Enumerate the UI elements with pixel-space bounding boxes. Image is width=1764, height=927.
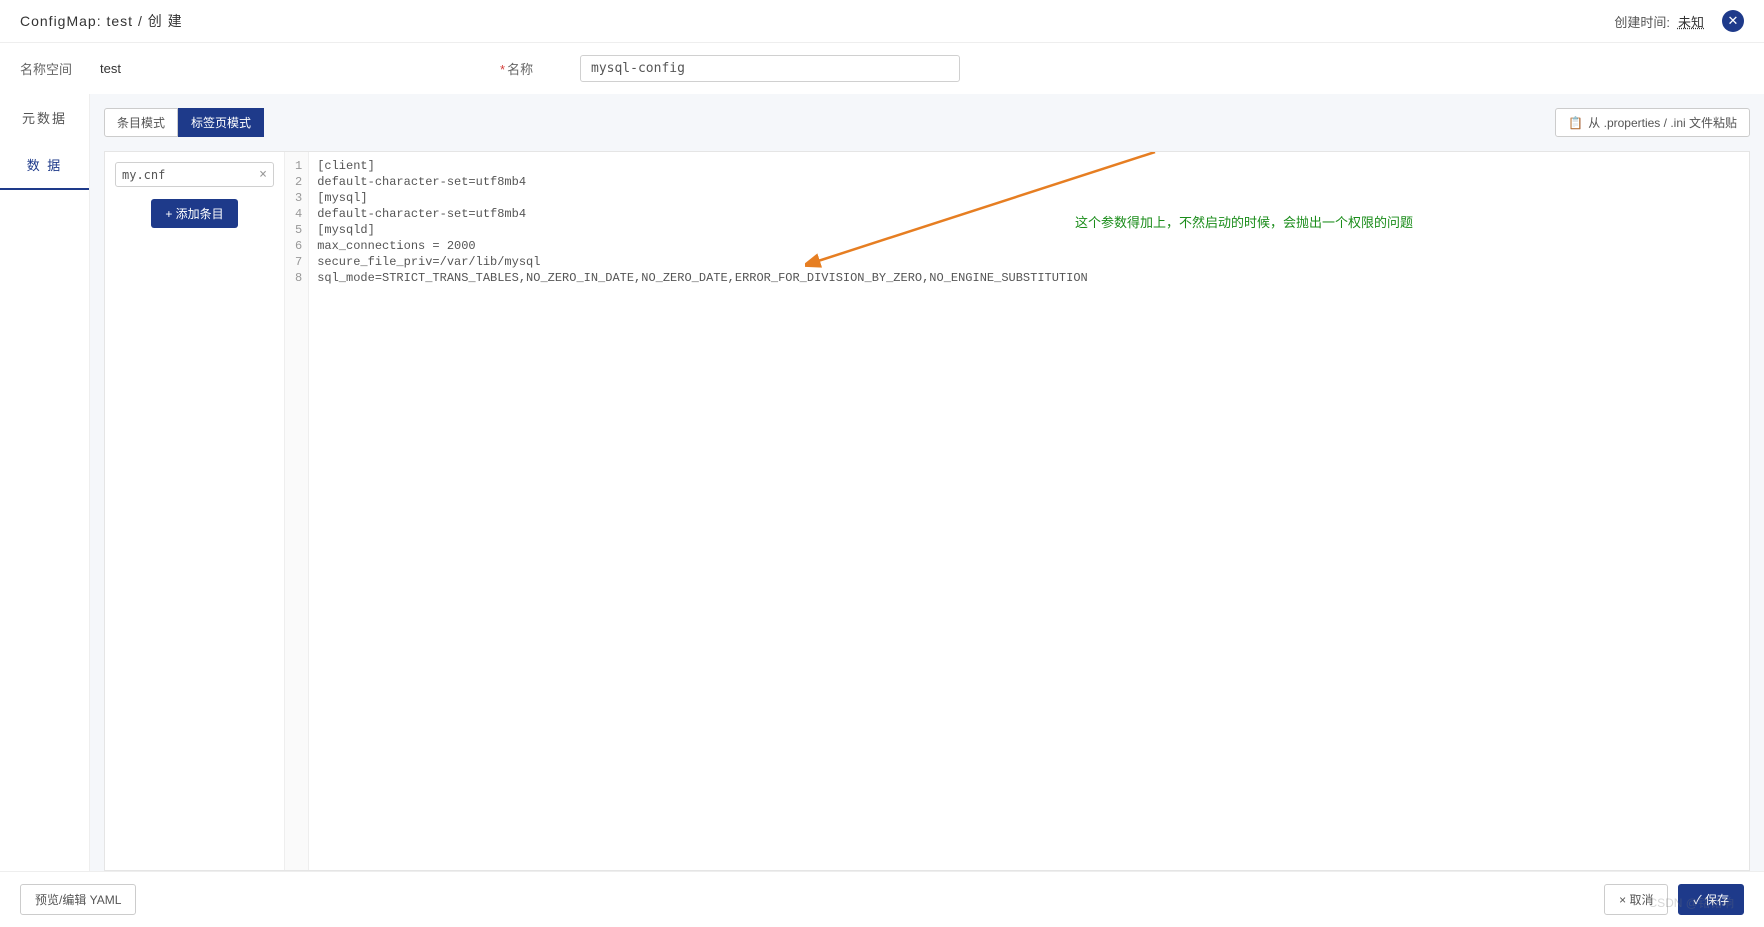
- required-asterisk: *: [500, 62, 505, 77]
- entry-item[interactable]: my.cnf ×: [115, 162, 274, 187]
- code-content[interactable]: [client] default-character-set=utf8mb4 […: [309, 152, 1096, 870]
- form-row: 名称空间 test *名称: [0, 43, 1764, 94]
- breadcrumb: ConfigMap: test / 创 建: [20, 11, 183, 31]
- code-editor[interactable]: 12345678 [client] default-character-set=…: [285, 152, 1749, 870]
- save-button[interactable]: ✓ 保存: [1678, 884, 1744, 915]
- preview-yaml-button[interactable]: 预览/编辑 YAML: [20, 884, 136, 915]
- paste-icon: 📋: [1568, 116, 1583, 130]
- page-header: ConfigMap: test / 创 建 创建时间: 未知 ✕: [0, 0, 1764, 43]
- side-tabs: 元数据 数 据: [0, 94, 90, 871]
- line-gutter: 12345678: [285, 152, 309, 870]
- entry-name: my.cnf: [122, 168, 165, 182]
- toolbar: 条目模式 标签页模式 📋 从 .properties / .ini 文件粘贴: [104, 108, 1750, 137]
- entry-list: my.cnf × + 添加条目: [105, 152, 285, 870]
- created-time-label: 创建时间:: [1614, 12, 1670, 31]
- mode-tab-button[interactable]: 标签页模式: [178, 108, 264, 137]
- mode-list-button[interactable]: 条目模式: [104, 108, 178, 137]
- close-button[interactable]: ✕: [1722, 10, 1744, 32]
- name-input[interactable]: [580, 55, 960, 82]
- close-icon: ✕: [1728, 13, 1739, 29]
- namespace-label: 名称空间: [20, 59, 80, 78]
- tab-metadata[interactable]: 元数据: [0, 94, 89, 141]
- created-time-value: 未知: [1678, 12, 1704, 31]
- namespace-value: test: [100, 61, 480, 76]
- annotation-text: 这个参数得加上，不然启动的时候，会抛出一个权限的问题: [1075, 212, 1413, 231]
- name-label: *名称: [500, 59, 560, 78]
- add-entry-button[interactable]: + 添加条目: [151, 199, 237, 228]
- paste-from-file-button[interactable]: 📋 从 .properties / .ini 文件粘贴: [1555, 108, 1750, 137]
- footer: 预览/编辑 YAML × 取消 ✓ 保存: [0, 871, 1764, 927]
- cancel-button[interactable]: × 取消: [1604, 884, 1668, 915]
- tab-data[interactable]: 数 据: [0, 141, 89, 190]
- remove-entry-icon[interactable]: ×: [259, 167, 267, 182]
